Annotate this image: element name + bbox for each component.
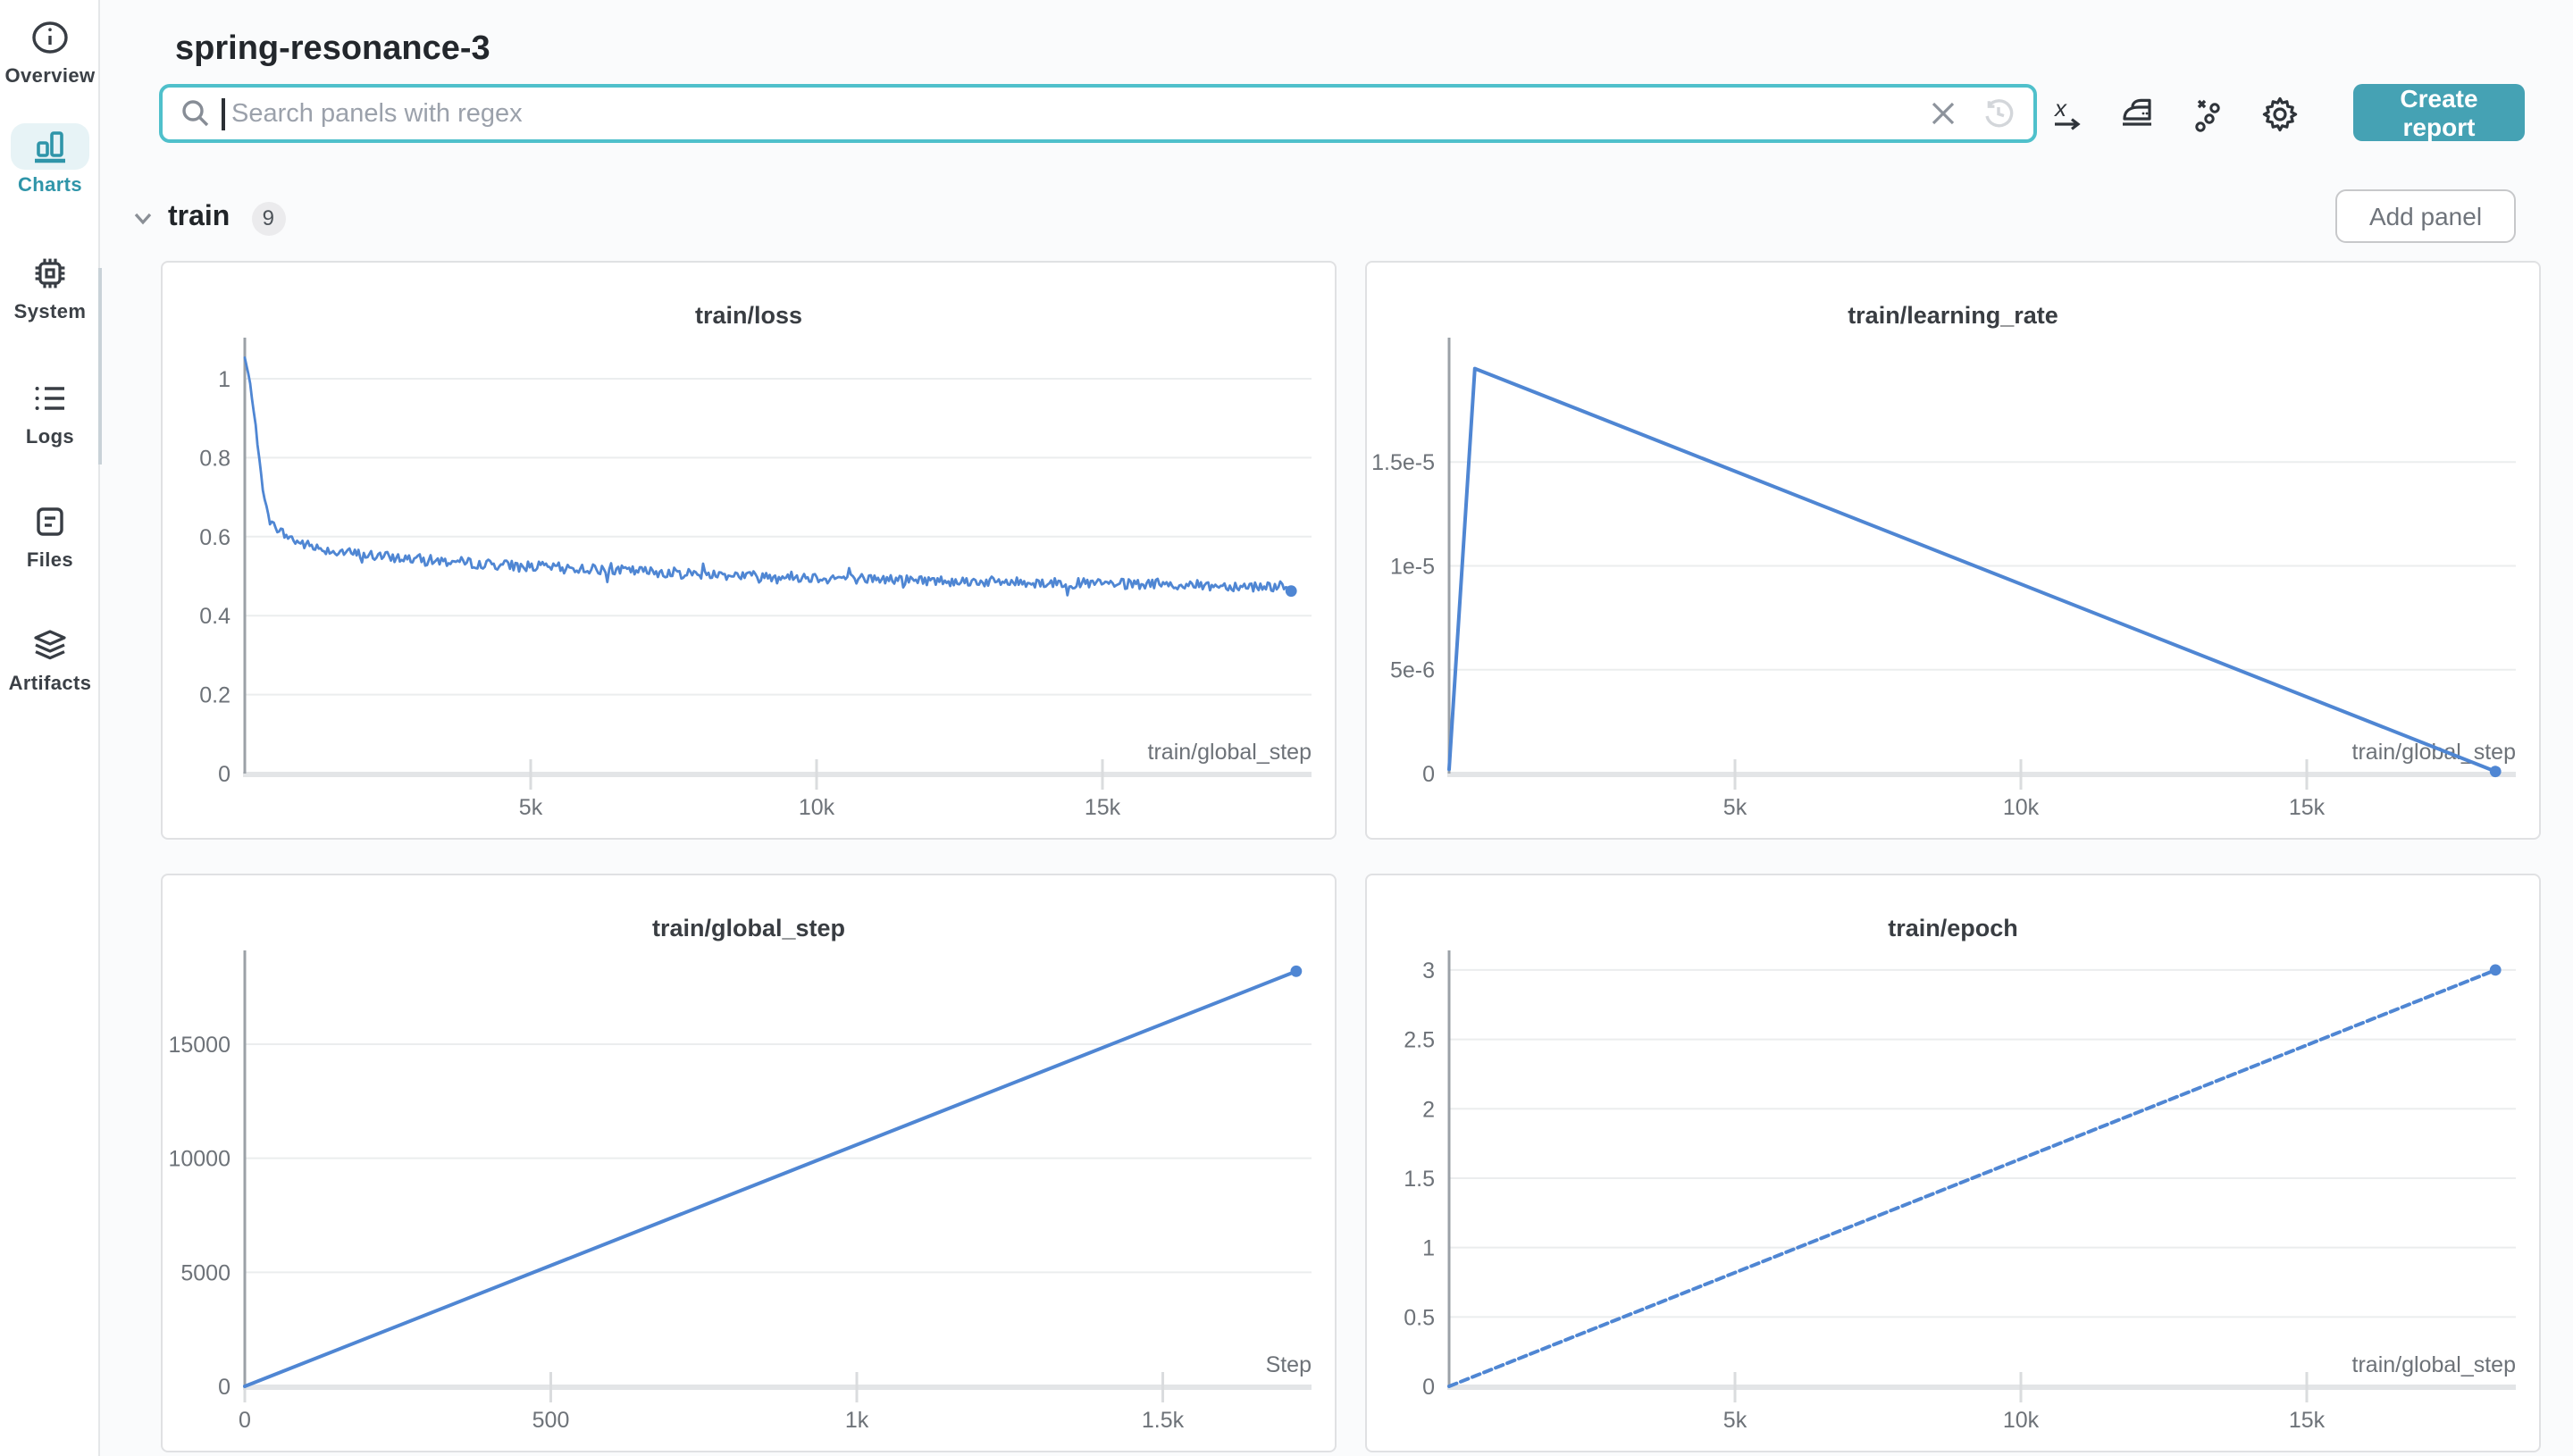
svg-text:1.5: 1.5 (1404, 1167, 1435, 1192)
svg-text:0.2: 0.2 (199, 683, 230, 708)
smoothing-icon[interactable] (2114, 91, 2160, 138)
page-title: spring-resonance-3 (175, 29, 490, 68)
sidebar-item-system[interactable]: System (0, 250, 100, 323)
outliers-icon[interactable] (2185, 91, 2232, 138)
svg-text:Step: Step (1266, 1352, 1312, 1377)
chart-panel-train-learning-rate[interactable]: train/learning_rate 0 5e-6 1e-5 1.5e-5 5k 10k… (1365, 261, 2541, 840)
svg-text:0: 0 (218, 1375, 230, 1400)
chevron-down-icon[interactable] (129, 204, 157, 232)
svg-text:10k: 10k (799, 795, 835, 820)
section-header-train: train 9 (129, 191, 286, 245)
layers-icon (11, 622, 89, 668)
search-icon (180, 98, 211, 129)
sidebar-item-label: Artifacts (8, 674, 92, 695)
info-icon (11, 14, 89, 61)
clear-search-icon[interactable] (1930, 100, 1957, 127)
svg-text:15k: 15k (2289, 1408, 2326, 1433)
svg-text:0.4: 0.4 (199, 604, 230, 629)
svg-text:1.5k: 1.5k (1142, 1408, 1185, 1433)
sidebar-item-artifacts[interactable]: Artifacts (0, 622, 100, 695)
svg-text:10k: 10k (2003, 1408, 2040, 1433)
svg-text:1: 1 (218, 367, 230, 392)
svg-text:500: 500 (532, 1408, 570, 1433)
svg-text:2: 2 (1422, 1097, 1435, 1122)
sidebar-item-charts[interactable]: Charts (0, 123, 100, 197)
svg-text:0: 0 (218, 762, 230, 787)
svg-text:10k: 10k (2003, 795, 2040, 820)
bar-chart-icon (11, 123, 89, 170)
svg-text:5k: 5k (1723, 795, 1747, 820)
svg-text:5000: 5000 (180, 1260, 230, 1285)
sidebar-item-label: Overview (4, 66, 96, 88)
chart-panel-train-loss[interactable]: train/loss 0 0.2 0.4 0.6 0.8 1 5k 10k 15k train/g… (161, 261, 1337, 840)
svg-text:train/global_step: train/global_step (1148, 740, 1312, 765)
sidebar-item-overview[interactable]: Overview (0, 14, 100, 88)
panel-settings-gear-icon[interactable] (2257, 91, 2303, 138)
chart-panel-train-epoch[interactable]: train/epoch 0 0.5 1 1.5 2 2.5 3 5k 10k 15k train/g… (1365, 874, 2541, 1452)
sidebar-resize-handle[interactable] (98, 268, 102, 464)
chart-panel-train-global-step[interactable]: train/global_step 0 5000 10000 15000 0 500 1k 1… (161, 874, 1337, 1452)
sidebar-item-label: Charts (17, 175, 83, 197)
sidebar-item-files[interactable]: Files (0, 498, 100, 572)
wandb-run-workspace: Overview Charts System Logs Files Artifa… (0, 0, 2573, 1456)
svg-text:15000: 15000 (168, 1033, 230, 1058)
svg-text:10000: 10000 (168, 1147, 230, 1172)
svg-text:5k: 5k (1723, 1408, 1747, 1433)
document-icon (11, 498, 89, 545)
sidebar-item-label: Logs (25, 427, 75, 448)
history-icon[interactable] (1982, 96, 2016, 130)
svg-text:5e-6: 5e-6 (1390, 658, 1435, 683)
sidebar-item-logs[interactable]: Logs (0, 375, 100, 448)
svg-text:15k: 15k (2289, 795, 2326, 820)
search-input[interactable] (224, 99, 1930, 128)
svg-text:0: 0 (239, 1408, 251, 1433)
panel-count-badge: 9 (251, 201, 286, 235)
section-name[interactable]: train (168, 202, 230, 234)
svg-text:0.5: 0.5 (1404, 1305, 1435, 1330)
svg-text:train/global_step: train/global_step (2352, 1352, 2516, 1377)
list-icon (11, 375, 89, 422)
svg-text:1: 1 (1422, 1236, 1435, 1261)
svg-text:0: 0 (1422, 762, 1435, 787)
svg-text:0.8: 0.8 (199, 446, 230, 471)
svg-text:train/global_step: train/global_step (2352, 740, 2516, 765)
svg-text:1.5e-5: 1.5e-5 (1371, 450, 1435, 475)
panel-search-bar[interactable] (159, 84, 2037, 143)
svg-text:0: 0 (1422, 1375, 1435, 1400)
run-sidebar: Overview Charts System Logs Files Artifa… (0, 0, 100, 1456)
svg-text:3: 3 (1422, 958, 1435, 983)
create-report-button[interactable]: Create report (2353, 84, 2525, 141)
svg-text:0.6: 0.6 (199, 525, 230, 550)
svg-text:1e-5: 1e-5 (1390, 554, 1435, 579)
svg-text:15k: 15k (1085, 795, 1121, 820)
sidebar-item-label: Files (26, 550, 74, 572)
sidebar-item-label: System (13, 302, 87, 323)
svg-text:x: x (2053, 95, 2067, 121)
svg-text:5k: 5k (519, 795, 543, 820)
svg-text:2.5: 2.5 (1404, 1028, 1435, 1053)
x-axis-settings-icon[interactable]: x (2044, 91, 2091, 138)
chip-icon (11, 250, 89, 297)
svg-text:1k: 1k (845, 1408, 869, 1433)
add-panel-button[interactable]: Add panel (2335, 189, 2516, 243)
